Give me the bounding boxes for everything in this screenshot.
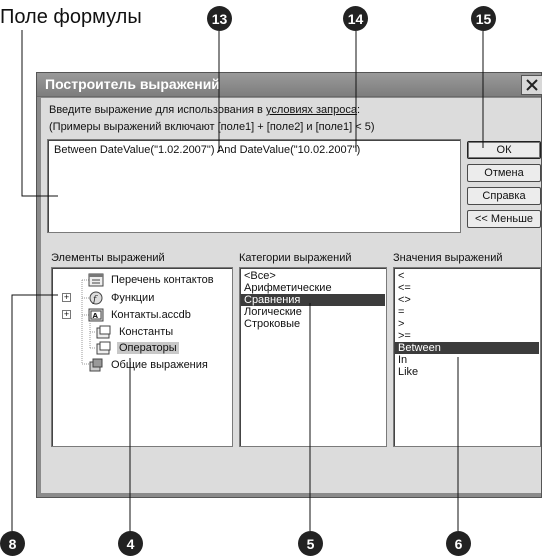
expression-input[interactable]: Between DateValue("1.02.2007") And DateV… <box>47 139 461 233</box>
tree-item-label: Общие выражения <box>111 359 208 371</box>
callout-badge-13: 13 <box>207 6 232 31</box>
category-item[interactable]: <Все> <box>241 270 385 282</box>
instruction-line-2: (Примеры выражений включают [поле1] + [п… <box>49 121 375 133</box>
category-item-selected[interactable]: Сравнения <box>241 294 385 306</box>
tree-item-operators[interactable]: Операторы <box>96 340 179 356</box>
tree-item-label: Контакты.accdb <box>111 309 191 321</box>
tree-item-common-expressions[interactable]: Общие выражения <box>88 357 210 373</box>
expression-elements-tree[interactable]: + + Перечень контактов f Функции A Конта… <box>51 267 233 447</box>
callout-badge-4: 4 <box>118 531 143 556</box>
callout-badge-15: 15 <box>471 6 496 31</box>
function-icon: f <box>88 291 104 305</box>
value-item[interactable]: <= <box>395 282 539 294</box>
callout-badge-6: 6 <box>446 531 471 556</box>
tree-item-label: Функции <box>111 292 155 304</box>
category-item[interactable]: Арифметические <box>241 282 385 294</box>
close-button[interactable] <box>521 75 542 95</box>
instruction-text: Введите выражение для использования в <box>49 104 266 116</box>
value-item[interactable]: = <box>395 306 539 318</box>
cancel-button[interactable]: Отмена <box>467 164 541 182</box>
callout-badge-8: 8 <box>0 531 25 556</box>
tree-item-label: Операторы <box>117 342 179 354</box>
category-item[interactable]: Логические <box>241 306 385 318</box>
ok-button[interactable]: ОК <box>467 141 541 159</box>
tree-item-contact-list[interactable]: Перечень контактов <box>88 272 216 288</box>
query-conditions-link: условиях запроса <box>265 104 357 116</box>
form-icon <box>88 273 104 287</box>
expression-values-list[interactable]: < <= <> = > >= Between In Like <box>393 267 541 447</box>
value-item[interactable]: < <box>395 270 539 282</box>
value-item[interactable]: <> <box>395 294 539 306</box>
dialog-title: Построитель выражений <box>45 76 220 92</box>
tree-item-label: Константы <box>119 326 174 338</box>
tree-item-contacts-db[interactable]: A Контакты.accdb <box>88 307 193 323</box>
database-icon: A <box>88 308 104 322</box>
callout-badge-5: 5 <box>298 531 323 556</box>
expressions-icon <box>88 358 104 372</box>
instruction-colon: : <box>356 104 361 116</box>
help-button[interactable]: Справка <box>467 187 541 205</box>
less-button[interactable]: << Меньше <box>467 210 541 228</box>
dialog-client-area: Введите выражение для использования в ус… <box>41 98 541 493</box>
expression-values-header: Значения выражений <box>393 252 503 264</box>
category-item[interactable]: Строковые <box>241 318 385 330</box>
tree-item-label: Перечень контактов <box>111 274 214 286</box>
expression-builder-dialog: Построитель выражений Введите выражение … <box>36 72 542 498</box>
instruction-line-1: Введите выражение для использования в ус… <box>49 104 360 116</box>
svg-text:A: A <box>93 312 99 320</box>
formula-field-callout-label: Поле формулы <box>0 6 142 28</box>
value-item-selected[interactable]: Between <box>395 342 539 354</box>
expression-elements-header: Элементы выражений <box>51 252 165 264</box>
folder-icon <box>96 341 112 355</box>
callout-badge-14: 14 <box>343 6 368 31</box>
functions-expander[interactable]: + <box>62 293 71 302</box>
folder-icon <box>96 325 112 339</box>
expression-categories-header: Категории выражений <box>239 252 352 264</box>
tree-item-constants[interactable]: Константы <box>96 324 175 340</box>
close-icon <box>526 79 538 91</box>
value-item[interactable]: >= <box>395 330 539 342</box>
expression-categories-list[interactable]: <Все> Арифметические Сравнения Логически… <box>239 267 387 447</box>
value-item[interactable]: In <box>395 354 539 366</box>
tree-item-functions[interactable]: f Функции <box>88 290 156 306</box>
value-item[interactable]: > <box>395 318 539 330</box>
contacts-db-expander[interactable]: + <box>62 310 71 319</box>
dialog-titlebar[interactable]: Построитель выражений <box>37 73 542 97</box>
value-item[interactable]: Like <box>395 366 539 378</box>
